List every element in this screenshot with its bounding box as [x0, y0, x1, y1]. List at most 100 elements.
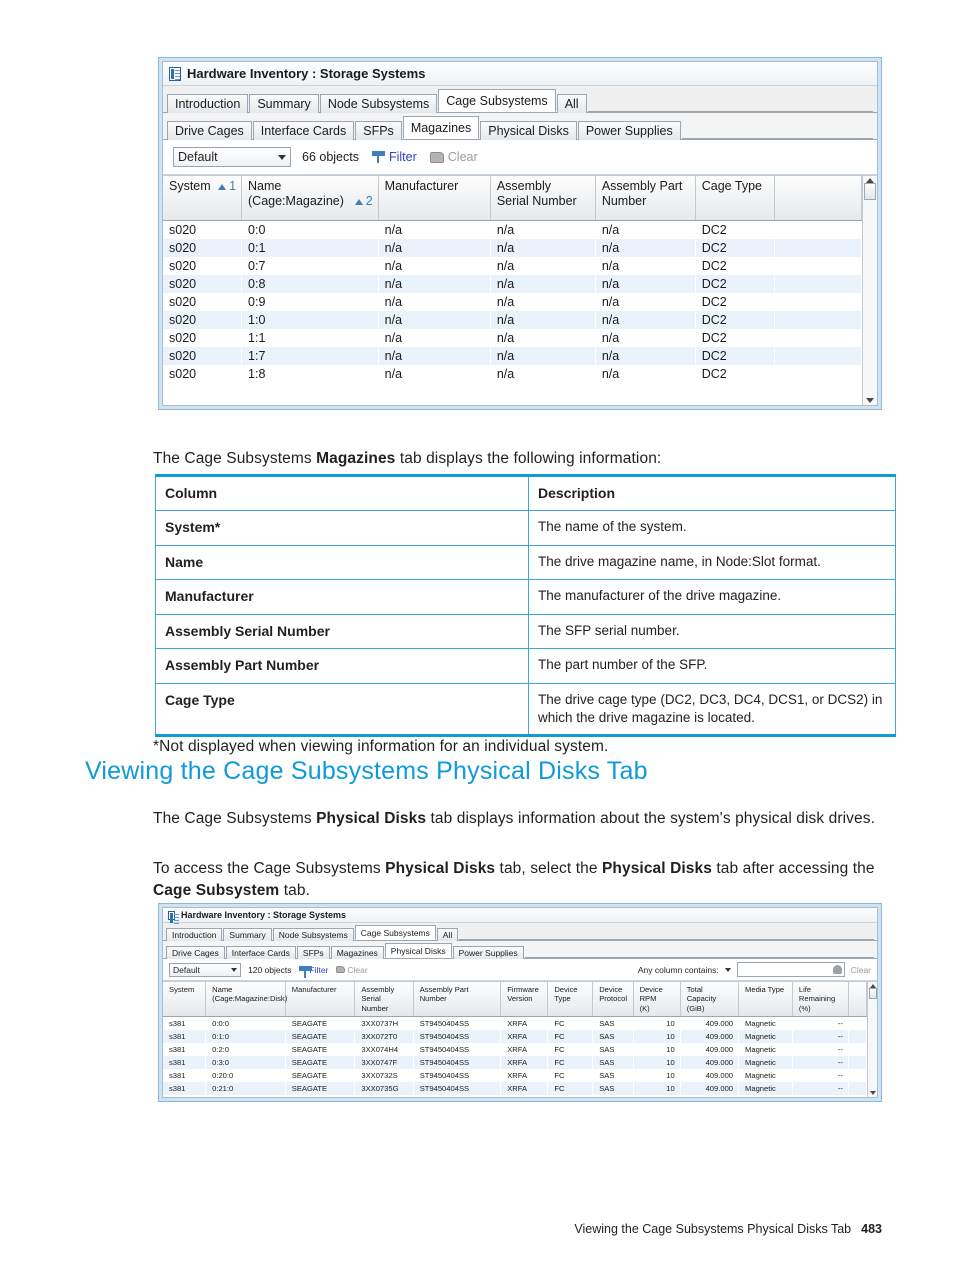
scroll-down-icon[interactable] [869, 1091, 876, 1095]
table-row[interactable]: s381 0:20:0 SEAGATE 3XX0732S ST9450404SS XRFA… [163, 1069, 867, 1082]
tab-sfps[interactable]: SFPs [355, 121, 402, 140]
col-device-rpm[interactable]: Device RPM (K) [633, 982, 681, 1017]
tab-drive-cages[interactable]: Drive Cages [167, 121, 252, 140]
col-assembly-serial-number[interactable]: Assembly Serial Number [354, 982, 414, 1017]
col-life-remaining[interactable]: Life Remaining (%) [792, 982, 849, 1017]
table-row[interactable]: s020 1:8 n/a n/a n/a DC2 [163, 365, 862, 383]
col-cage-type[interactable]: Cage Type [695, 176, 776, 221]
table-row[interactable]: s381 0:3:0 SEAGATE 3XX0747F ST9450404SS XRFA F… [163, 1055, 867, 1069]
tab-interface-cards[interactable]: Interface Cards [252, 121, 355, 140]
table-cell: -- [837, 1070, 843, 1080]
tab-power-supplies[interactable]: Power Supplies [452, 946, 524, 959]
table-cell: DC2 [695, 346, 775, 365]
table-row[interactable]: s3810:22:0SEAGATE3XX073CBST9450404SSXRFA… [163, 1095, 867, 1098]
clear-button[interactable]: Clear [336, 965, 368, 975]
col-device-type[interactable]: Device Type [547, 982, 594, 1017]
any-column-search-input[interactable] [736, 962, 845, 977]
grid-vertical-scrollbar[interactable] [862, 176, 877, 405]
view-select[interactable]: Default [169, 962, 241, 977]
table-row[interactable]: s020 0:0 n/a n/a n/a DC2 [163, 220, 862, 239]
table-cell: s020 [163, 310, 242, 329]
table-cell: FC [548, 1095, 593, 1098]
table-cell: DC2 [701, 258, 727, 273]
tab-summary[interactable]: Summary [223, 928, 272, 941]
scrollbar-thumb[interactable] [864, 183, 876, 200]
table-cell: 0:22:0 [206, 1095, 286, 1098]
table-row[interactable]: s381 0:1:0 SEAGATE 3XX072T0 ST9450404SS XRFA F… [163, 1029, 867, 1043]
col-assembly-part-number[interactable]: Assembly Part Number [413, 982, 502, 1017]
filter-button[interactable]: Filter [371, 150, 417, 164]
tab-physical-disks[interactable]: Physical Disks [480, 121, 577, 140]
table-row[interactable]: s020 1:1 n/a n/a n/a DC2 [163, 329, 862, 347]
table-cell: -- [792, 1081, 849, 1095]
col-assembly-serial-number[interactable]: Assembly Serial Number [490, 176, 596, 221]
table-cell: 10 [633, 1029, 681, 1043]
tab-introduction[interactable]: Introduction [166, 928, 223, 941]
page-number: 483 [861, 1222, 882, 1236]
table-cell: Magnetic [738, 1081, 793, 1095]
col-manufacturer[interactable]: Manufacturer [285, 982, 356, 1017]
chevron-down-icon [231, 967, 237, 972]
any-column-clear-button[interactable]: Clear [851, 965, 871, 975]
tab-node-subsystems[interactable]: Node Subsystems [272, 928, 354, 941]
tab-power-supplies[interactable]: Power Supplies [577, 121, 681, 140]
intro-before: The Cage Subsystems [153, 449, 317, 467]
tab-sfps[interactable]: SFPs [296, 946, 330, 959]
tab-summary[interactable]: Summary [249, 94, 319, 113]
col-spacer[interactable] [848, 982, 867, 1017]
desc-header-row: Column Description [155, 473, 896, 512]
tab-cage-subsystems[interactable]: Cage Subsystems [354, 925, 436, 940]
scrollbar-thumb[interactable] [868, 988, 877, 999]
col-assembly-part-number[interactable]: Assembly Part Number [595, 176, 696, 221]
col-system[interactable]: System 1 [163, 176, 243, 221]
table-cell: 10 [633, 1081, 681, 1095]
grid-magazines: System 1 Name (Cage:Magazine) 2 Manufact… [163, 176, 862, 405]
view-select[interactable]: Default [173, 147, 291, 167]
table-cell: s020 [163, 238, 242, 257]
tab-cage-subsystems[interactable]: Cage Subsystems [438, 89, 556, 112]
tab-all[interactable]: All [556, 94, 587, 113]
grid-vertical-scrollbar-2[interactable] [867, 982, 877, 1097]
tab-introduction[interactable]: Introduction [167, 94, 249, 113]
col-manufacturer[interactable]: Manufacturer [378, 176, 491, 221]
col-system[interactable]: System [163, 982, 207, 1017]
tab-all[interactable]: All [436, 928, 459, 941]
grid-header-row: System 1 Name (Cage:Magazine) 2 Manufact… [163, 176, 862, 221]
scroll-down-icon[interactable] [866, 398, 874, 403]
chevron-down-icon[interactable] [724, 967, 731, 972]
col-name[interactable]: Name (Cage:Magazine) 2 [241, 176, 379, 221]
tab-magazines[interactable]: Magazines [402, 116, 480, 139]
tab-drive-cages[interactable]: Drive Cages [166, 946, 225, 959]
table-row[interactable]: s381 0:21:0 SEAGATE 3XX0735G ST9450404SS XRFA… [163, 1081, 867, 1095]
col-firmware-version[interactable]: Firmware Version [500, 982, 549, 1017]
table-cell: 10 [666, 1044, 675, 1054]
table-row[interactable]: s381 0:0:0 SEAGATE 3XX0737H ST9450404SS XRFA F… [163, 1016, 867, 1030]
tab-physical-disks[interactable]: Physical Disks [384, 943, 452, 958]
col-media-type[interactable]: Media Type [738, 982, 793, 1017]
table-row[interactable]: s020 0:8 n/a n/a n/a DC2 [163, 274, 862, 293]
p2-bold-a: Physical Disks [385, 859, 496, 877]
tab-magazines[interactable]: Magazines [330, 946, 384, 959]
table-cell: 10 [666, 1070, 675, 1080]
filter-button[interactable]: Filter [299, 965, 328, 978]
grid-toolbar-2: Default 120 objects Filter Clear Any col… [163, 959, 877, 981]
clear-button[interactable]: Clear [429, 150, 478, 164]
table-cell: SAS [599, 1018, 615, 1028]
col-total-capacity[interactable]: Total Capacity (GiB) [680, 982, 740, 1017]
col-name[interactable]: Name (Cage:Magazine:Disk) [205, 982, 287, 1017]
table-cell [848, 1043, 866, 1056]
table-row[interactable]: s020 0:1 n/a n/a n/a DC2 [163, 238, 862, 257]
paragraph-1: The Cage Subsystems Physical Disks tab d… [153, 808, 881, 830]
table-row[interactable]: s020 1:0 n/a n/a n/a DC2 [163, 310, 862, 329]
tab-interface-cards[interactable]: Interface Cards [225, 946, 296, 959]
table-row[interactable]: s381 0:2:0 SEAGATE 3XX074H4 ST9450404SS XRFA F… [163, 1043, 867, 1056]
table-row[interactable]: s020 1:7 n/a n/a n/a DC2 [163, 346, 862, 365]
tab-node-subsystems[interactable]: Node Subsystems [319, 94, 438, 113]
table-cell: s381 [169, 1018, 186, 1028]
window-title-text: Hardware Inventory : Storage Systems [187, 66, 426, 81]
col-device-protocol[interactable]: Device Protocol [592, 982, 634, 1017]
table-cell: s020 [163, 346, 242, 365]
table-row[interactable]: s020 0:7 n/a n/a n/a DC2 [163, 257, 862, 275]
table-row[interactable]: s020 0:9 n/a n/a n/a DC2 [163, 293, 862, 311]
desc-row: System* The name of the system. [155, 510, 896, 546]
